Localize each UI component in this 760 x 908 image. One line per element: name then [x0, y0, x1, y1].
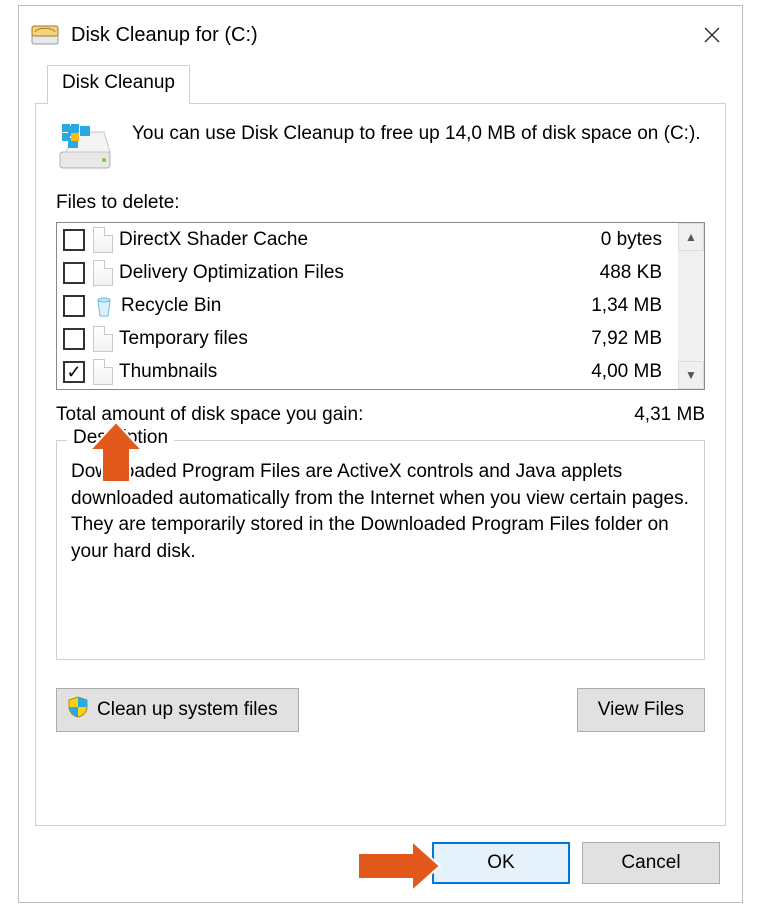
checkbox[interactable] [63, 262, 85, 284]
description-legend: Description [67, 427, 174, 449]
list-item[interactable]: ✓ Thumbnails4,00 MB [57, 355, 678, 388]
file-icon [93, 260, 113, 286]
list-item[interactable]: DirectX Shader Cache0 bytes [57, 223, 678, 256]
description-group: Description Downloaded Program Files are… [56, 440, 705, 660]
tab-disk-cleanup[interactable]: Disk Cleanup [47, 65, 190, 105]
file-icon [93, 227, 113, 253]
view-files-button[interactable]: View Files [577, 688, 705, 732]
window-title: Disk Cleanup for (C:) [71, 24, 258, 47]
tab-strip: Disk Cleanup [35, 64, 726, 104]
item-name: Delivery Optimization Files [119, 262, 600, 284]
checkbox[interactable] [63, 295, 85, 317]
total-row: Total amount of disk space you gain: 4,3… [56, 404, 705, 426]
disk-cleanup-dialog: Disk Cleanup for (C:) Disk Cleanup [18, 5, 743, 903]
footer: OK Cancel [19, 826, 742, 884]
checkbox[interactable] [63, 229, 85, 251]
cleanup-system-files-button[interactable]: Clean up system files [56, 688, 299, 732]
item-size: 7,92 MB [591, 328, 672, 350]
cancel-label: Cancel [621, 852, 680, 874]
cancel-button[interactable]: Cancel [582, 842, 720, 884]
file-icon [93, 359, 113, 385]
checkbox[interactable] [63, 328, 85, 350]
item-name: Recycle Bin [121, 295, 591, 317]
info-text: You can use Disk Cleanup to free up 14,0… [132, 120, 701, 174]
file-list: DirectX Shader Cache0 bytesDelivery Opti… [56, 222, 705, 390]
content-panel: You can use Disk Cleanup to free up 14,0… [35, 104, 726, 826]
titlebar: Disk Cleanup for (C:) [19, 6, 742, 64]
scroll-down-button[interactable]: ▼ [678, 361, 704, 389]
item-size: 1,34 MB [591, 295, 672, 317]
checkbox[interactable]: ✓ [63, 361, 85, 383]
shield-icon [67, 696, 89, 724]
item-size: 0 bytes [601, 229, 672, 251]
total-value: 4,31 MB [634, 404, 705, 426]
close-button[interactable] [682, 10, 742, 60]
list-item[interactable]: Delivery Optimization Files488 KB [57, 256, 678, 289]
file-icon [93, 326, 113, 352]
ok-button[interactable]: OK [432, 842, 570, 884]
item-name: Thumbnails [119, 361, 591, 383]
item-name: Temporary files [119, 328, 591, 350]
item-name: DirectX Shader Cache [119, 229, 601, 251]
scroll-up-button[interactable]: ▲ [678, 223, 704, 251]
scrollbar[interactable]: ▲ ▼ [678, 223, 704, 389]
button-row: Clean up system files View Files [56, 688, 705, 732]
view-files-label: View Files [598, 699, 684, 721]
item-size: 488 KB [600, 262, 672, 284]
info-row: You can use Disk Cleanup to free up 14,0… [56, 120, 705, 174]
item-size: 4,00 MB [591, 361, 672, 383]
files-to-delete-label: Files to delete: [56, 192, 705, 214]
drive-icon [56, 124, 114, 174]
total-label: Total amount of disk space you gain: [56, 404, 363, 426]
list-item[interactable]: Recycle Bin1,34 MB [57, 289, 678, 322]
disk-cleanup-icon [31, 24, 59, 46]
recycle-bin-icon [93, 293, 115, 319]
cleanup-btn-label: Clean up system files [97, 699, 278, 721]
description-text: Downloaded Program Files are ActiveX con… [71, 459, 690, 565]
ok-label: OK [487, 852, 514, 874]
list-item[interactable]: Temporary files7,92 MB [57, 322, 678, 355]
